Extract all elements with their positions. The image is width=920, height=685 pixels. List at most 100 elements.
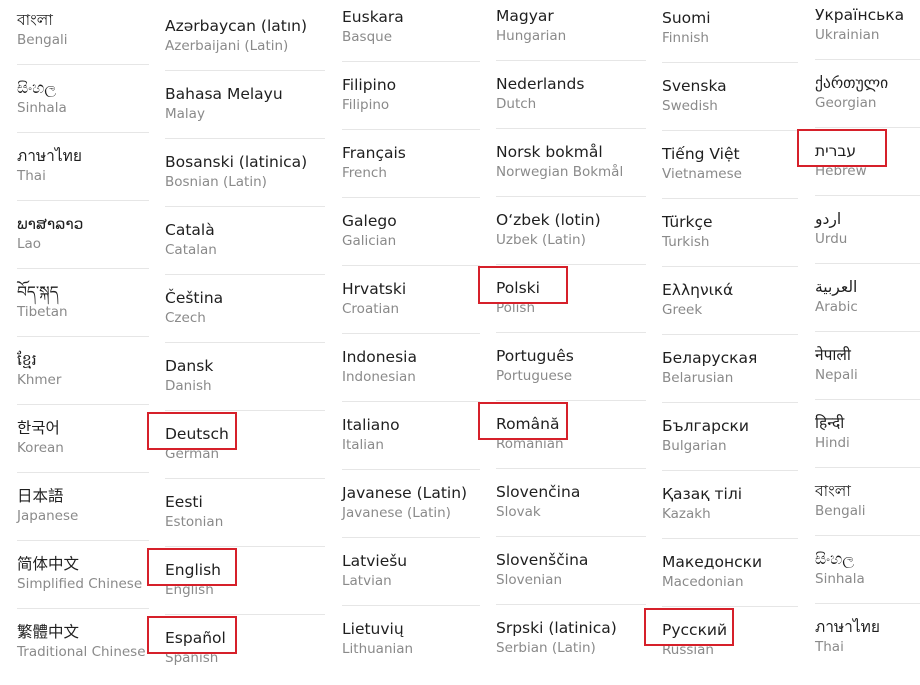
divider: [815, 263, 920, 264]
language-native-name: Lietuvių: [342, 620, 404, 638]
language-column: Suomi Finnish Svenska Swedish Tiếng Việt Viet…: [644, 0, 798, 685]
language-native-name: Srpski (latinica): [496, 619, 617, 637]
divider: [165, 614, 325, 615]
divider: [662, 62, 798, 63]
language-english-name: Ukrainian: [815, 27, 880, 43]
language-native-name: Nederlands: [496, 75, 585, 93]
language-english-name: Korean: [17, 440, 64, 456]
divider: [342, 401, 480, 402]
language-english-name: Sinhala: [17, 100, 67, 116]
language-english-name: Swedish: [662, 98, 718, 114]
language-native-name: Euskara: [342, 8, 404, 26]
language-item[interactable]: Lietuvių Lithuanian: [342, 615, 480, 683]
language-item[interactable]: Русский Russian: [662, 616, 798, 684]
language-native-name: Қазақ тілі: [662, 485, 743, 503]
divider: [342, 605, 480, 606]
language-column: Magyar Hungarian Nederlands Dutch Norsk bokm…: [478, 0, 646, 685]
language-native-name: ខ្មែរ: [17, 351, 37, 369]
divider: [496, 604, 646, 605]
divider: [662, 538, 798, 539]
language-english-name: Georgian: [815, 95, 877, 111]
language-native-name: ภาษาไทย: [17, 147, 82, 165]
language-english-name: Czech: [165, 310, 206, 326]
language-english-name: Bulgarian: [662, 438, 727, 454]
language-native-name: Suomi: [662, 9, 711, 27]
divider: [815, 535, 920, 536]
language-native-name: नेपाली: [815, 346, 851, 364]
divider: [165, 138, 325, 139]
language-native-name: Català: [165, 221, 215, 239]
language-english-name: Javanese (Latin): [342, 505, 451, 521]
language-native-name: Filipino: [342, 76, 397, 94]
language-english-name: Serbian (Latin): [496, 640, 596, 656]
language-item[interactable]: Srpski (latinica) Serbian (Latin): [496, 614, 646, 682]
language-english-name: Uzbek (Latin): [496, 232, 586, 248]
divider: [165, 546, 325, 547]
language-item[interactable]: ภาษาไทย Thai: [815, 613, 920, 681]
divider: [815, 127, 920, 128]
language-english-name: Thai: [17, 168, 46, 184]
divider: [17, 472, 149, 473]
divider: [496, 536, 646, 537]
divider: [342, 469, 480, 470]
language-english-name: Tibetan: [17, 304, 68, 320]
divider: [496, 400, 646, 401]
language-native-name: Slovenčina: [496, 483, 581, 501]
divider: [815, 59, 920, 60]
language-english-name: Russian: [662, 642, 714, 658]
divider: [662, 606, 798, 607]
language-english-name: Simplified Chinese: [17, 576, 143, 592]
divider: [815, 331, 920, 332]
language-english-name: Galician: [342, 233, 397, 249]
language-native-name: Bahasa Melayu: [165, 85, 283, 103]
language-english-name: English: [165, 582, 214, 598]
divider: [342, 129, 480, 130]
language-english-name: Belarusian: [662, 370, 734, 386]
language-native-name: Bosanski (latinica): [165, 153, 308, 171]
language-native-name: Македонски: [662, 553, 763, 571]
divider: [17, 200, 149, 201]
language-item[interactable]: 繁體中文 Traditional Chinese: [17, 618, 149, 685]
divider: [342, 61, 480, 62]
language-native-name: Беларуская: [662, 349, 758, 367]
divider: [165, 410, 325, 411]
language-native-name: ქართული: [815, 74, 889, 92]
language-item[interactable]: Español Spanish: [165, 624, 325, 685]
language-native-name: Deutsch: [165, 425, 229, 443]
language-english-name: Lao: [17, 236, 42, 252]
language-native-name: Українська: [815, 6, 905, 24]
divider: [496, 196, 646, 197]
language-native-name: 繁體中文: [17, 623, 80, 641]
language-native-name: Magyar: [496, 7, 554, 25]
language-native-name: Azərbaycan (latın): [165, 17, 308, 35]
language-english-name: Spanish: [165, 650, 219, 666]
divider: [496, 264, 646, 265]
language-native-name: हिन्दी: [815, 414, 845, 432]
language-english-name: Basque: [342, 29, 392, 45]
language-native-name: Türkçe: [662, 213, 713, 231]
language-english-name: Slovak: [496, 504, 541, 520]
language-english-name: Sinhala: [815, 571, 865, 587]
language-native-name: Hrvatski: [342, 280, 407, 298]
language-native-name: Polski: [496, 279, 540, 297]
language-native-name: English: [165, 561, 221, 579]
language-english-name: Portuguese: [496, 368, 573, 384]
language-native-name: Norsk bokmål: [496, 143, 603, 161]
language-english-name: Arabic: [815, 299, 858, 315]
language-english-name: Kazakh: [662, 506, 711, 522]
language-english-name: Polish: [496, 300, 536, 316]
divider: [165, 478, 325, 479]
language-native-name: اردو: [815, 210, 842, 228]
language-english-name: Finnish: [662, 30, 709, 46]
language-english-name: Azerbaijani (Latin): [165, 38, 289, 54]
language-english-name: Bosnian (Latin): [165, 174, 267, 190]
language-native-name: Javanese (Latin): [342, 484, 468, 502]
language-english-name: Norwegian Bokmål: [496, 164, 624, 180]
divider: [165, 206, 325, 207]
language-native-name: සිංහල: [17, 79, 57, 97]
divider: [342, 197, 480, 198]
divider: [165, 274, 325, 275]
language-english-name: French: [342, 165, 387, 181]
language-native-name: O‘zbek (lotin): [496, 211, 601, 229]
language-native-name: 한국어: [17, 419, 60, 437]
